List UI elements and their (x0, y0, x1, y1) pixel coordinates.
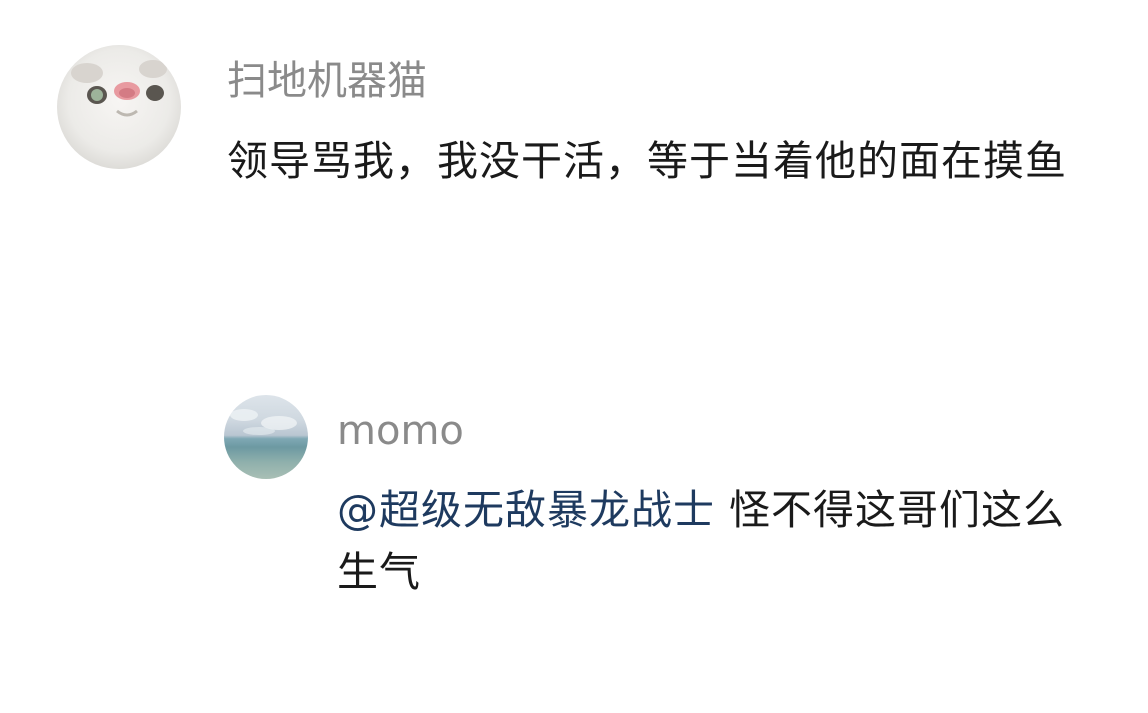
username[interactable]: 扫地机器猫 (227, 57, 427, 105)
reply-text: @超级无敌暴龙战士 怪不得这哥们这么生气 (337, 479, 1097, 603)
mention-link[interactable]: @超级无敌暴龙战士 (337, 486, 715, 534)
user-avatar[interactable] (57, 45, 181, 169)
username[interactable]: momo (337, 407, 464, 455)
user-avatar[interactable] (224, 395, 308, 479)
seascape-icon (230, 409, 297, 435)
cat-face-icon (71, 60, 167, 117)
comment-text: 领导骂我，我没干活，等于当着他的面在摸鱼 (227, 137, 1067, 185)
